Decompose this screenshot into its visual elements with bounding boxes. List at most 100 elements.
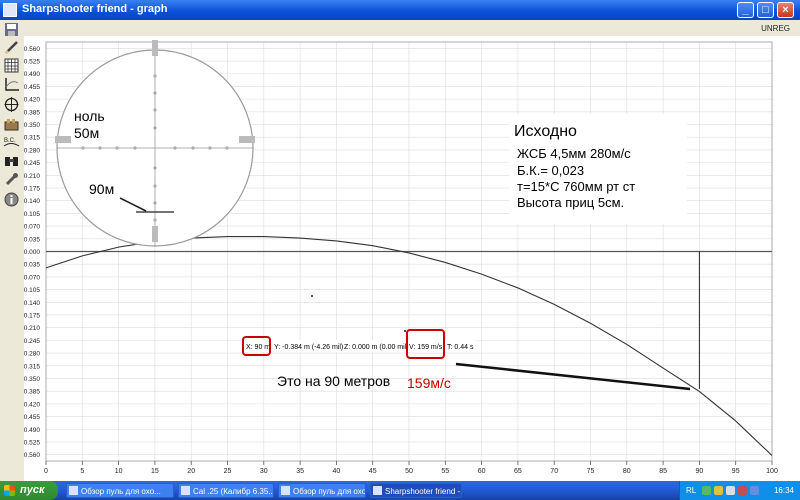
velocity-note: 159м/с <box>407 375 451 391</box>
x-tick-label: 80 <box>623 468 631 475</box>
y-tick-label: 0.070 <box>24 224 40 231</box>
left-toolbar: B.C. <box>0 20 24 480</box>
y-tick-label: 0.420 <box>24 401 40 408</box>
x-tick-label: 15 <box>151 468 159 475</box>
y-tick-label: 0.070 <box>24 274 40 281</box>
taskbar-item-browser-3[interactable]: Обзор пуль для охо... <box>278 483 366 498</box>
y-tick-label: 0.000 <box>24 249 40 256</box>
y-tick-label: 0.350 <box>24 122 40 129</box>
y-tick-label: 0.525 <box>24 439 40 446</box>
tray-icon-volume[interactable] <box>726 486 735 495</box>
x-tick-label: 90 <box>696 468 704 475</box>
info-line-sight-height: Высота приц 5см. <box>517 195 624 210</box>
system-tray: RL 16:34 <box>679 481 800 500</box>
browser-icon <box>69 486 78 495</box>
y-tick-label: 0.350 <box>24 376 40 383</box>
y-tick-label: 0.210 <box>24 325 40 332</box>
language-indicator[interactable]: RL <box>686 486 696 495</box>
readout-y: Y: -0.384 m (-4.26 mil) <box>274 344 343 351</box>
reticle-post-top <box>152 40 158 56</box>
y-tick-label: 0.105 <box>24 211 40 218</box>
x-tick-label: 5 <box>80 468 84 475</box>
mil-dot <box>153 74 157 78</box>
mil-dot <box>191 146 195 150</box>
tray-icon-network[interactable] <box>702 486 711 495</box>
y-tick-label: 0.560 <box>24 452 40 459</box>
y-tick-label: 0.490 <box>24 71 40 78</box>
taskbar: пуск Обзор пуль для охо... Cal .25 (Кали… <box>0 481 800 500</box>
save-icon[interactable] <box>3 22 20 37</box>
y-tick-label: 0.105 <box>24 287 40 294</box>
x-tick-label: 70 <box>550 468 558 475</box>
y-tick-label: 0.420 <box>24 97 40 104</box>
mil-dot <box>153 91 157 95</box>
tray-icon-security[interactable] <box>714 486 723 495</box>
stray-dot-2 <box>404 330 406 332</box>
y-tick-label: 0.280 <box>24 147 40 154</box>
x-tick-label: 95 <box>732 468 740 475</box>
x-tick-label: 75 <box>587 468 595 475</box>
close-button[interactable]: × <box>777 2 794 18</box>
crosshair-icon[interactable] <box>3 97 20 112</box>
x-tick-label: 100 <box>766 468 778 475</box>
title-bar[interactable]: Sharpshooter friend - graph _ □ × <box>0 0 800 20</box>
y-tick-label: 0.035 <box>24 262 40 269</box>
app-icon <box>373 486 382 495</box>
x-tick-label: 10 <box>115 468 123 475</box>
window-title: Sharpshooter friend - graph <box>22 3 168 15</box>
axes-icon[interactable] <box>3 77 20 92</box>
taskbar-item-browser-1[interactable]: Обзор пуль для охо... <box>66 483 174 498</box>
x-tick-label: 65 <box>514 468 522 475</box>
reticle-post-left <box>55 136 71 143</box>
info-box: Исходно ЖСБ 4,5мм 280м/с Б.К.= 0,023 т=1… <box>509 114 687 224</box>
stray-dot <box>311 295 313 297</box>
y-tick-label: 0.280 <box>24 351 40 358</box>
label-90m: 90м <box>89 181 114 197</box>
readout-z: Z: 0.000 m (0.00 mil) <box>344 344 409 351</box>
pencil-icon[interactable] <box>3 40 20 55</box>
x-tick-label: 30 <box>260 468 268 475</box>
x-tick-label: 20 <box>187 468 195 475</box>
bc-icon[interactable]: B.C. <box>3 135 20 150</box>
readout-v: V: 159 m/s <box>409 344 443 351</box>
grid-icon[interactable] <box>3 58 20 73</box>
info-line-ammo: ЖСБ 4,5мм 280м/с <box>517 146 631 161</box>
x-tick-label: 35 <box>296 468 304 475</box>
tray-icon-app[interactable] <box>750 486 759 495</box>
x-tick-label: 0 <box>44 468 48 475</box>
x-tick-label: 50 <box>405 468 413 475</box>
y-tick-label: 0.525 <box>24 59 40 66</box>
maximize-button[interactable]: □ <box>757 2 774 18</box>
mil-dot <box>133 146 137 150</box>
y-tick-label: 0.175 <box>24 312 40 319</box>
wrench-icon[interactable] <box>3 172 20 187</box>
mil-dot <box>153 184 157 188</box>
y-tick-label: 0.560 <box>24 46 40 53</box>
start-button[interactable]: пуск <box>0 481 58 500</box>
readout-t: T: 0.44 s <box>447 344 474 351</box>
y-tick-label: 0.140 <box>24 300 40 307</box>
x-tick-label: 60 <box>478 468 486 475</box>
reticle-post-right <box>239 136 255 143</box>
ammo-icon[interactable] <box>3 117 20 132</box>
y-tick-label: 0.210 <box>24 173 40 180</box>
y-tick-label: 0.035 <box>24 236 40 243</box>
start-label: пуск <box>20 484 45 496</box>
reticle-post-bottom <box>152 226 158 242</box>
mil-dot <box>81 146 85 150</box>
mil-dot <box>153 108 157 112</box>
browser-icon <box>281 486 290 495</box>
taskbar-item-sharpshooter[interactable]: Sharpshooter friend -... <box>370 483 462 498</box>
minimize-button[interactable]: _ <box>737 2 754 18</box>
info-title: Исходно <box>514 123 577 140</box>
note-90m: Это на 90 метров <box>277 373 390 389</box>
clock: 16:34 <box>773 486 794 495</box>
trajectory-graph[interactable]: 0.560 0.525 0.490 0.455 0.420 0.385 0.350 0.315… <box>24 36 800 482</box>
unreg-label: UNREG <box>761 24 790 33</box>
info-icon[interactable] <box>3 192 20 207</box>
taskbar-item-browser-2[interactable]: Cal .25 (Калибр 6.35... <box>178 483 274 498</box>
binoculars-icon[interactable] <box>3 153 20 168</box>
y-tick-label: 0.245 <box>24 338 40 345</box>
tray-icon-antivirus[interactable] <box>738 486 747 495</box>
mil-dot <box>153 201 157 205</box>
